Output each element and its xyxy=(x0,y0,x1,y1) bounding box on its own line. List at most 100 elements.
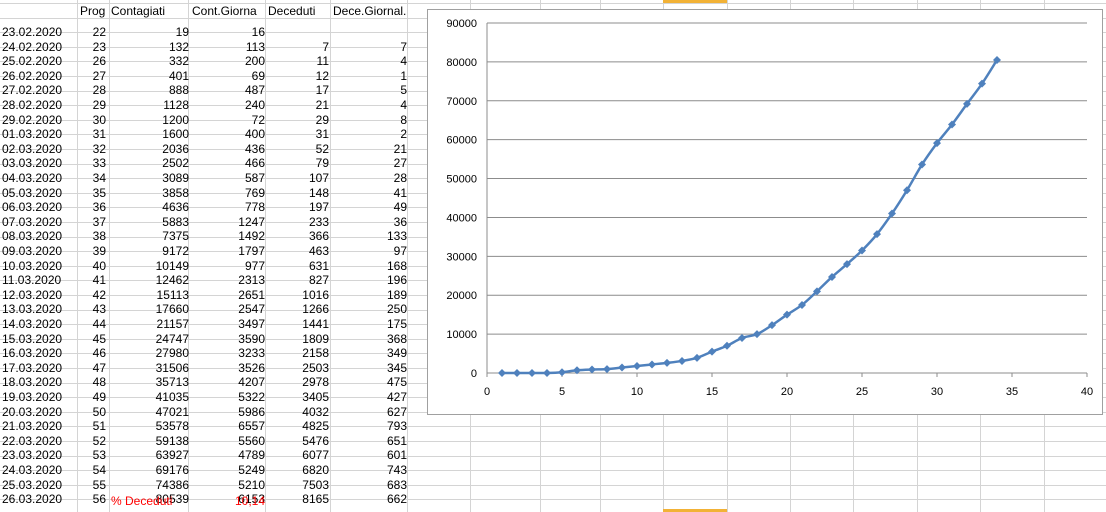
cell-prog[interactable]: 56 xyxy=(78,492,106,507)
cell-date[interactable]: 12.03.2020 xyxy=(2,288,62,303)
cell-prog[interactable]: 45 xyxy=(78,332,106,347)
cell-cont-giorna[interactable]: 200 xyxy=(188,54,265,69)
cell-dece-giornal[interactable]: 427 xyxy=(330,390,407,405)
cell-cont-giorna[interactable]: 2651 xyxy=(188,288,265,303)
cell-date[interactable]: 23.03.2020 xyxy=(2,448,62,463)
data-point-marker[interactable] xyxy=(663,358,671,367)
cell-deceduti[interactable]: 21 xyxy=(266,98,329,113)
cell-dece-giornal[interactable]: 8 xyxy=(330,113,407,128)
cell-cont-giorna[interactable]: 69 xyxy=(188,69,265,84)
cell-dece-giornal[interactable]: 1 xyxy=(330,69,407,84)
cell-contagiati[interactable]: 69176 xyxy=(110,463,189,478)
data-point-marker[interactable] xyxy=(513,369,521,377)
cell-deceduti[interactable]: 17 xyxy=(266,83,329,98)
cell-contagiati[interactable]: 1128 xyxy=(110,98,189,113)
cell-dece-giornal[interactable]: 175 xyxy=(330,317,407,332)
cell-date[interactable]: 29.02.2020 xyxy=(2,113,62,128)
cell-date[interactable]: 01.03.2020 xyxy=(2,127,62,142)
cell-contagiati[interactable]: 53578 xyxy=(110,419,189,434)
data-point-marker[interactable] xyxy=(693,353,701,362)
cell-cont-giorna[interactable]: 487 xyxy=(188,83,265,98)
cell-cont-giorna[interactable]: 400 xyxy=(188,127,265,142)
cell-dece-giornal[interactable]: 651 xyxy=(330,434,407,449)
header-deceduti[interactable]: Deceduti xyxy=(268,4,315,19)
cell-date[interactable]: 07.03.2020 xyxy=(2,215,62,230)
cell-date[interactable]: 16.03.2020 xyxy=(2,346,62,361)
data-point-marker[interactable] xyxy=(543,369,551,377)
cell-cont-giorna[interactable]: 466 xyxy=(188,156,265,171)
cell-cont-giorna[interactable]: 4789 xyxy=(188,448,265,463)
cell-dece-giornal[interactable]: 793 xyxy=(330,419,407,434)
cell-cont-giorna[interactable]: 2313 xyxy=(188,273,265,288)
cell-prog[interactable]: 42 xyxy=(78,288,106,303)
data-point-marker[interactable] xyxy=(603,365,611,374)
data-point-marker[interactable] xyxy=(708,347,716,356)
cell-prog[interactable]: 37 xyxy=(78,215,106,230)
cell-contagiati[interactable]: 3089 xyxy=(110,171,189,186)
cell-deceduti[interactable]: 148 xyxy=(266,186,329,201)
cell-contagiati[interactable]: 3858 xyxy=(110,186,189,201)
cell-contagiati[interactable]: 15113 xyxy=(110,288,189,303)
cell-cont-giorna[interactable]: 1797 xyxy=(188,244,265,259)
cell-prog[interactable]: 29 xyxy=(78,98,106,113)
cell-deceduti[interactable]: 2158 xyxy=(266,346,329,361)
data-point-marker[interactable] xyxy=(738,334,746,342)
cell-dece-giornal[interactable]: 601 xyxy=(330,448,407,463)
cell-deceduti[interactable]: 7 xyxy=(266,40,329,55)
cell-date[interactable]: 02.03.2020 xyxy=(2,142,62,157)
cell-dece-giornal[interactable]: 345 xyxy=(330,361,407,376)
cell-prog[interactable]: 53 xyxy=(78,448,106,463)
cell-dece-giornal[interactable]: 2 xyxy=(330,127,407,142)
cell-date[interactable]: 22.03.2020 xyxy=(2,434,62,449)
cell-deceduti[interactable]: 233 xyxy=(266,215,329,230)
data-point-marker[interactable] xyxy=(558,368,566,377)
cell-dece-giornal[interactable]: 97 xyxy=(330,244,407,259)
header-prog[interactable]: Prog xyxy=(80,4,105,19)
cell-date[interactable]: 21.03.2020 xyxy=(2,419,62,434)
cell-prog[interactable]: 22 xyxy=(78,25,106,40)
cell-date[interactable]: 05.03.2020 xyxy=(2,186,62,201)
cell-date[interactable]: 06.03.2020 xyxy=(2,200,62,215)
cell-prog[interactable]: 27 xyxy=(78,69,106,84)
cell-deceduti[interactable]: 31 xyxy=(266,127,329,142)
cell-prog[interactable]: 50 xyxy=(78,405,106,420)
cell-contagiati[interactable]: 35713 xyxy=(110,375,189,390)
cell-contagiati[interactable]: 21157 xyxy=(110,317,189,332)
cell-deceduti[interactable]: 1016 xyxy=(266,288,329,303)
cell-date[interactable]: 19.03.2020 xyxy=(2,390,62,405)
cell-dece-giornal[interactable]: 21 xyxy=(330,142,407,157)
chart-area[interactable]: 0 10000 20000 30000 40000 50000 60000 70000 8000… xyxy=(427,9,1103,415)
cell-deceduti[interactable]: 7503 xyxy=(266,478,329,493)
cell-contagiati[interactable]: 401 xyxy=(110,69,189,84)
cell-cont-giorna[interactable]: 6557 xyxy=(188,419,265,434)
summary-label[interactable]: % Deceduti xyxy=(111,494,172,509)
data-point-marker[interactable] xyxy=(678,356,686,365)
cell-date[interactable]: 20.03.2020 xyxy=(2,405,62,420)
header-dece-giornal[interactable]: Dece.Giornal. xyxy=(333,4,406,19)
cell-deceduti[interactable]: 2978 xyxy=(266,375,329,390)
cell-cont-giorna[interactable]: 5210 xyxy=(188,478,265,493)
cell-deceduti[interactable]: 8165 xyxy=(266,492,329,507)
data-point-marker[interactable] xyxy=(633,362,641,370)
cell-contagiati[interactable]: 2502 xyxy=(110,156,189,171)
cell-dece-giornal[interactable]: 133 xyxy=(330,229,407,244)
cell-deceduti[interactable]: 827 xyxy=(266,273,329,288)
cell-prog[interactable]: 33 xyxy=(78,156,106,171)
cell-prog[interactable]: 49 xyxy=(78,390,106,405)
data-point-marker[interactable] xyxy=(498,369,506,377)
cell-deceduti[interactable]: 3405 xyxy=(266,390,329,405)
cell-date[interactable]: 10.03.2020 xyxy=(2,259,62,274)
cell-date[interactable]: 24.02.2020 xyxy=(2,40,62,55)
cell-cont-giorna[interactable]: 16 xyxy=(188,25,265,40)
cell-cont-giorna[interactable]: 3590 xyxy=(188,332,265,347)
cell-dece-giornal[interactable]: 349 xyxy=(330,346,407,361)
cell-contagiati[interactable]: 4636 xyxy=(110,200,189,215)
data-point-marker[interactable] xyxy=(528,369,536,377)
cell-prog[interactable]: 43 xyxy=(78,302,106,317)
cell-deceduti[interactable]: 107 xyxy=(266,171,329,186)
cell-cont-giorna[interactable]: 587 xyxy=(188,171,265,186)
cell-cont-giorna[interactable]: 72 xyxy=(188,113,265,128)
cell-prog[interactable]: 23 xyxy=(78,40,106,55)
cell-dece-giornal[interactable]: 36 xyxy=(330,215,407,230)
cell-deceduti[interactable]: 2503 xyxy=(266,361,329,376)
